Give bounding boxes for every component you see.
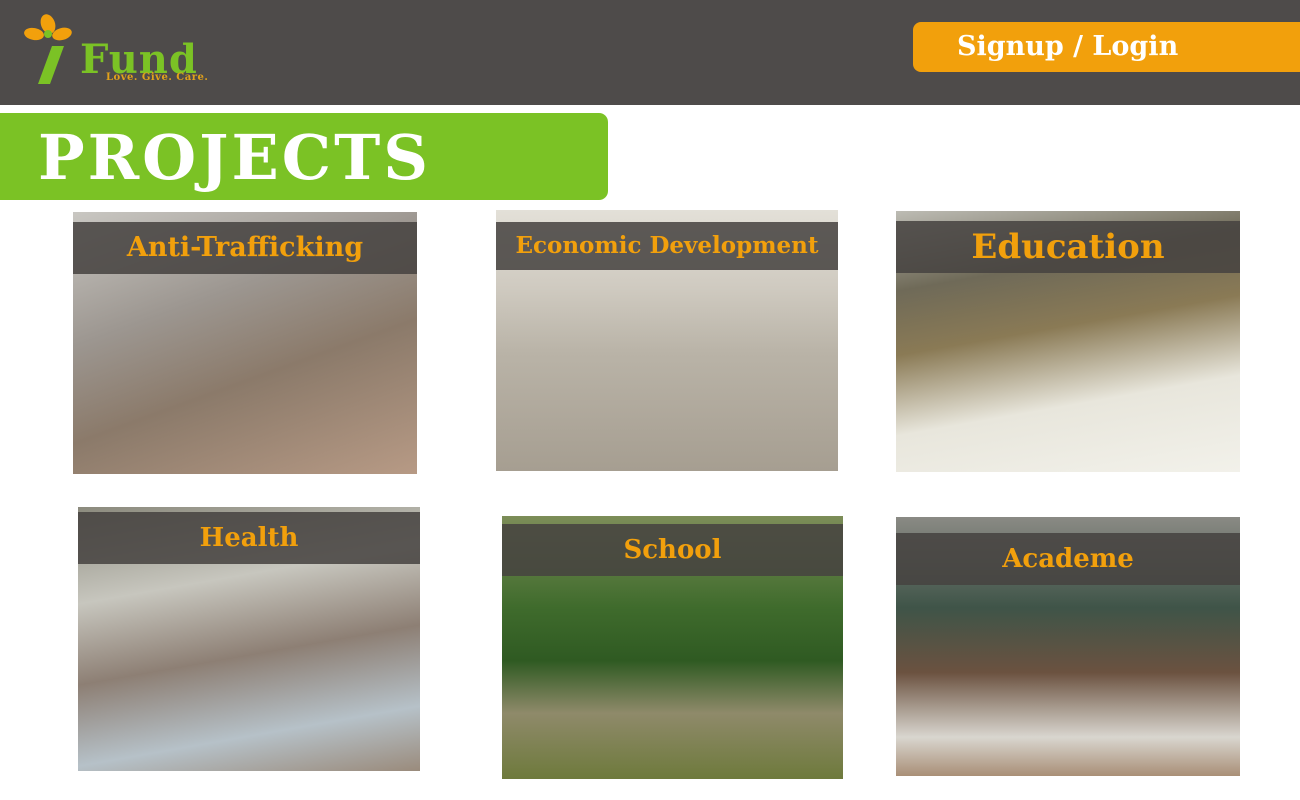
project-label: Anti-Trafficking bbox=[73, 222, 417, 274]
project-card-academe[interactable]: Academe bbox=[896, 517, 1240, 776]
project-card-education[interactable]: Education bbox=[896, 211, 1240, 472]
page-title: PROJECTS bbox=[38, 121, 432, 194]
project-label: Economic Development bbox=[496, 222, 838, 270]
logo-tagline: Love. Give. Care. bbox=[106, 72, 209, 83]
project-card-anti-trafficking[interactable]: Anti-Trafficking bbox=[73, 212, 417, 474]
projects-banner: PROJECTS bbox=[0, 113, 608, 200]
project-label: Education bbox=[896, 221, 1240, 273]
project-label: School bbox=[502, 524, 843, 576]
project-card-health[interactable]: Health bbox=[78, 507, 420, 771]
signup-login-button[interactable]: Signup / Login bbox=[913, 22, 1300, 72]
project-label: Health bbox=[78, 512, 420, 564]
ifund-logo[interactable]: Fund Love. Give. Care. bbox=[22, 12, 302, 92]
top-header: Fund Love. Give. Care. Signup / Login bbox=[0, 0, 1300, 105]
project-card-school[interactable]: School bbox=[502, 516, 843, 779]
project-label: Academe bbox=[896, 533, 1240, 585]
project-card-economic-development[interactable]: Economic Development bbox=[496, 210, 838, 471]
